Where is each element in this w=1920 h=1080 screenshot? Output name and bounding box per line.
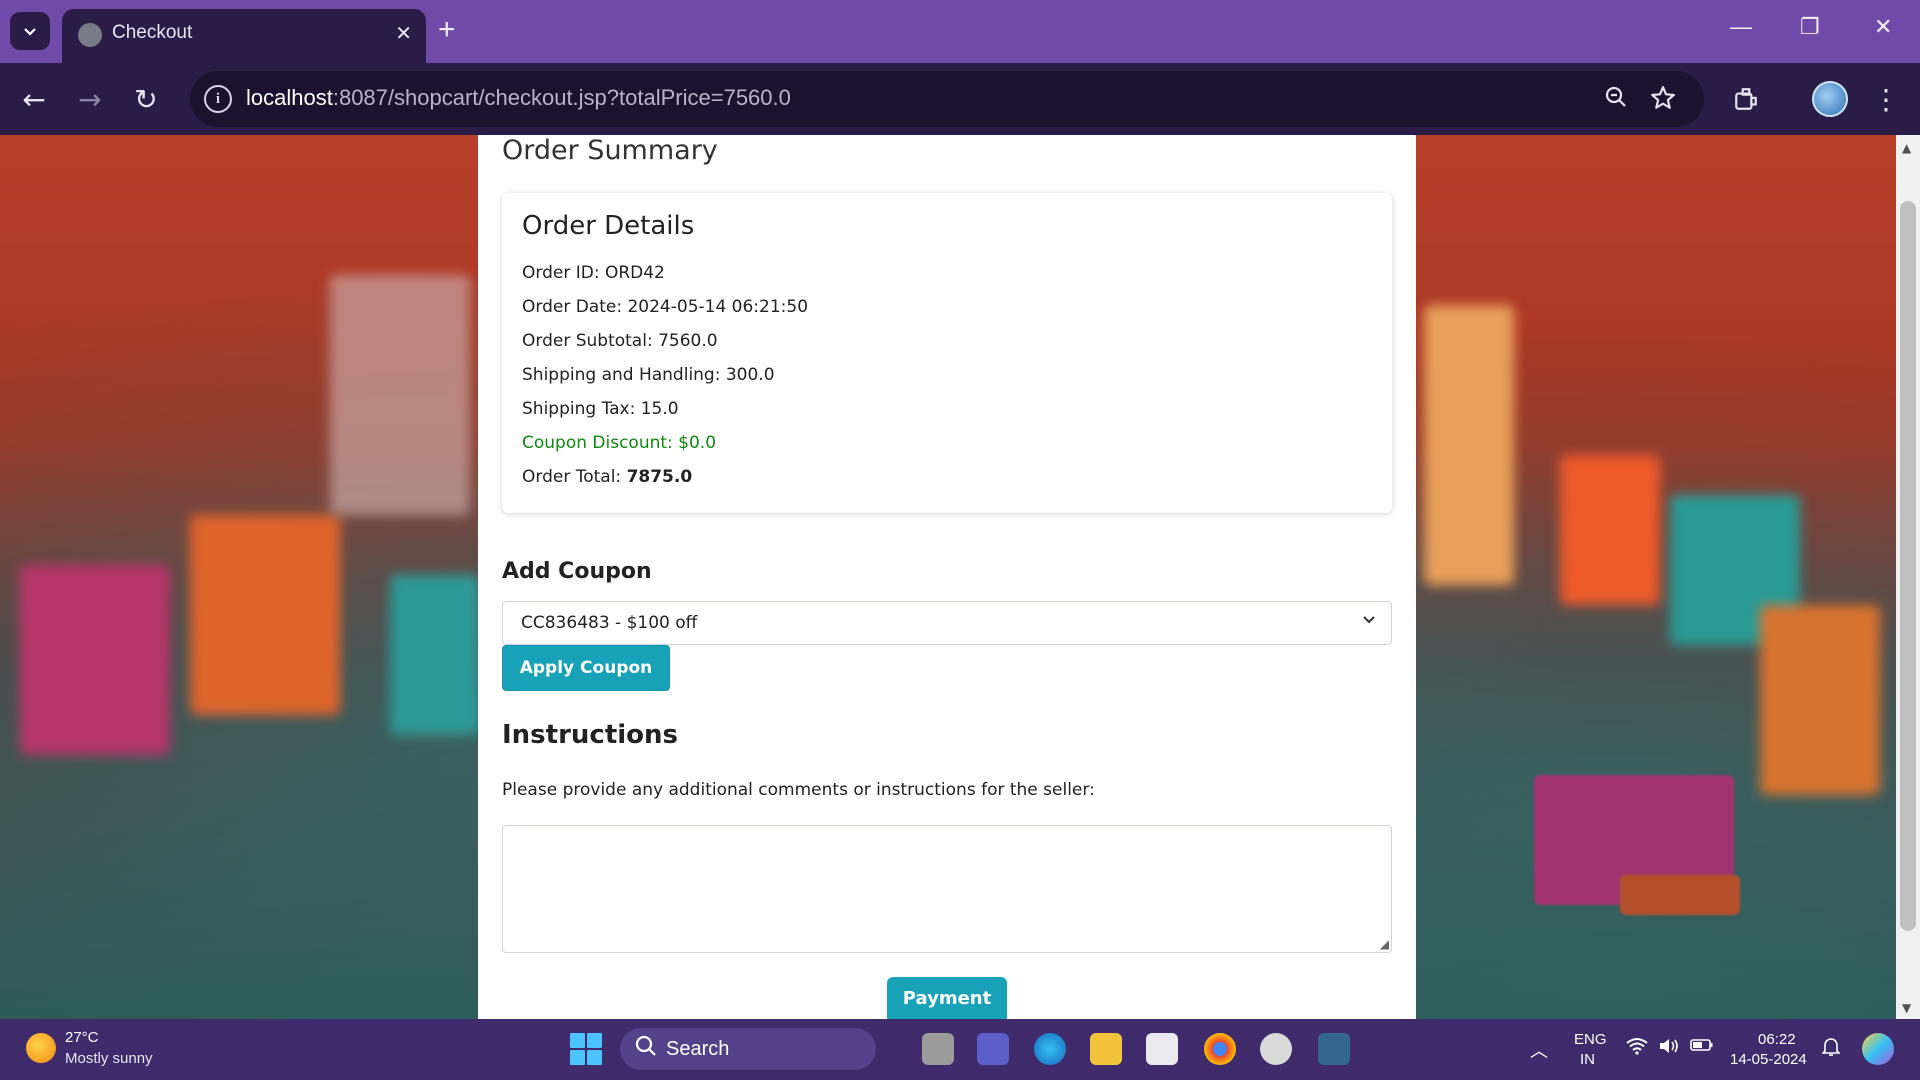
tab-close-icon[interactable]: ✕ (395, 21, 412, 45)
weather-sun-icon[interactable] (26, 1033, 56, 1063)
postgresql-icon[interactable] (1318, 1033, 1350, 1065)
globe-icon (78, 23, 102, 47)
wifi-icon[interactable] (1626, 1037, 1648, 1060)
browser-toolbar: ← → ↻ i localhost:8087/shopcart/checkout… (0, 63, 1920, 135)
close-window-button[interactable]: ✕ (1874, 14, 1892, 40)
order-details-card: Order Details Order ID: ORD42 Order Date… (502, 193, 1392, 513)
scrollbar-thumb[interactable] (1900, 201, 1916, 931)
edge-browser-icon[interactable] (1034, 1033, 1066, 1065)
zoom-icon[interactable] (1604, 85, 1628, 115)
background-box (330, 275, 470, 515)
background-box (20, 565, 170, 755)
order-id: Order ID: ORD42 (522, 263, 665, 283)
shipping-tax: Shipping Tax: 15.0 (522, 399, 679, 419)
url-host: localhost (246, 85, 333, 110)
order-subtotal: Order Subtotal: 7560.0 (522, 331, 718, 351)
site-info-icon[interactable]: i (204, 85, 232, 113)
profile-avatar[interactable] (1812, 81, 1848, 117)
forward-button[interactable]: → (72, 81, 108, 117)
settings-gear-icon[interactable] (1260, 1033, 1292, 1065)
microsoft-store-icon[interactable] (1146, 1033, 1178, 1065)
url-path: :8087/shopcart/checkout.jsp?totalPrice=7… (332, 85, 791, 110)
tab-search-button[interactable] (10, 12, 50, 50)
bookmark-star-icon[interactable] (1650, 85, 1676, 117)
new-tab-button[interactable]: + (438, 12, 456, 48)
page-viewport: Order Summary Order Details Order ID: OR… (0, 135, 1896, 1019)
volume-icon[interactable] (1658, 1037, 1680, 1060)
restore-button[interactable]: ❐ (1800, 14, 1820, 40)
battery-icon[interactable] (1690, 1037, 1714, 1058)
chrome-icon[interactable] (1204, 1033, 1236, 1065)
notification-bell-icon[interactable] (1821, 1037, 1841, 1062)
chevron-down-icon (1361, 611, 1377, 632)
order-total-label: Order Total: (522, 467, 627, 487)
weather-description[interactable]: Mostly sunny (65, 1050, 153, 1067)
task-view-icon[interactable] (922, 1033, 954, 1065)
teams-chat-icon[interactable] (977, 1033, 1009, 1065)
copilot-icon[interactable] (1862, 1033, 1894, 1065)
clock-time[interactable]: 06:22 (1758, 1031, 1796, 1048)
chevron-down-icon (24, 28, 36, 36)
background-box (1560, 455, 1660, 605)
background-box (190, 515, 340, 715)
background-box (390, 575, 480, 735)
minimize-button[interactable]: — (1730, 14, 1752, 40)
background-box (1424, 305, 1514, 585)
checkout-panel: Order Summary Order Details Order ID: OR… (478, 135, 1416, 1019)
language-indicator[interactable]: ENG (1574, 1031, 1607, 1048)
address-bar[interactable]: i localhost:8087/shopcart/checkout.jsp?t… (190, 71, 1704, 127)
background-box (1760, 605, 1880, 795)
scroll-down-icon[interactable]: ▼ (1902, 1001, 1911, 1015)
order-date: Order Date: 2024-05-14 06:21:50 (522, 297, 809, 317)
browser-titlebar: Checkout ✕ + — ❐ ✕ (0, 0, 1920, 63)
taskbar-search[interactable]: Search (620, 1028, 876, 1070)
payment-button[interactable]: Payment (887, 977, 1007, 1019)
clock-date[interactable]: 14-05-2024 (1730, 1051, 1807, 1068)
tray-overflow-chevron-icon[interactable]: ︿ (1530, 1037, 1548, 1063)
region-indicator[interactable]: IN (1580, 1051, 1595, 1068)
apply-coupon-button[interactable]: Apply Coupon (502, 645, 670, 691)
scroll-up-icon[interactable]: ▲ (1902, 141, 1911, 155)
coupon-discount: Coupon Discount: $0.0 (522, 433, 717, 453)
background-box (1620, 875, 1740, 915)
weather-temperature[interactable]: 27°C (65, 1029, 99, 1046)
resize-grip-icon[interactable]: ◢ (1380, 937, 1389, 951)
extensions-icon[interactable] (1728, 81, 1764, 117)
tab-title: Checkout (112, 22, 193, 43)
arrow-right-icon: → (78, 82, 102, 116)
order-total: Order Total: 7875.0 (522, 467, 692, 487)
page-scrollbar[interactable]: ▲ ▼ (1896, 135, 1920, 1019)
windows-taskbar: 27°C Mostly sunny Search ︿ ENG IN 06:22 … (0, 1019, 1920, 1080)
search-icon (634, 1034, 658, 1064)
instructions-label: Please provide any additional comments o… (502, 780, 1095, 800)
shipping-handling: Shipping and Handling: 300.0 (522, 365, 775, 385)
reload-button[interactable]: ↻ (128, 81, 164, 117)
file-explorer-icon[interactable] (1090, 1033, 1122, 1065)
url-text[interactable]: localhost:8087/shopcart/checkout.jsp?tot… (246, 85, 791, 111)
browser-tab-checkout[interactable]: Checkout ✕ (62, 9, 426, 63)
coupon-select[interactable]: CC836483 - $100 off (502, 601, 1392, 645)
instructions-textarea[interactable]: ◢ (502, 825, 1392, 953)
menu-kebab-icon[interactable]: ⋮ (1868, 81, 1904, 117)
add-coupon-heading: Add Coupon (502, 559, 652, 584)
order-total-value: 7875.0 (626, 467, 693, 487)
order-summary-heading: Order Summary (502, 135, 718, 166)
arrow-left-icon: ← (22, 82, 46, 116)
back-button[interactable]: ← (16, 81, 52, 117)
order-details-heading: Order Details (522, 211, 695, 241)
taskbar-search-label: Search (666, 1038, 730, 1060)
windows-start-icon[interactable] (570, 1033, 602, 1065)
instructions-heading: Instructions (502, 720, 679, 750)
reload-icon: ↻ (134, 82, 158, 116)
coupon-selected-value: CC836483 - $100 off (521, 613, 698, 633)
